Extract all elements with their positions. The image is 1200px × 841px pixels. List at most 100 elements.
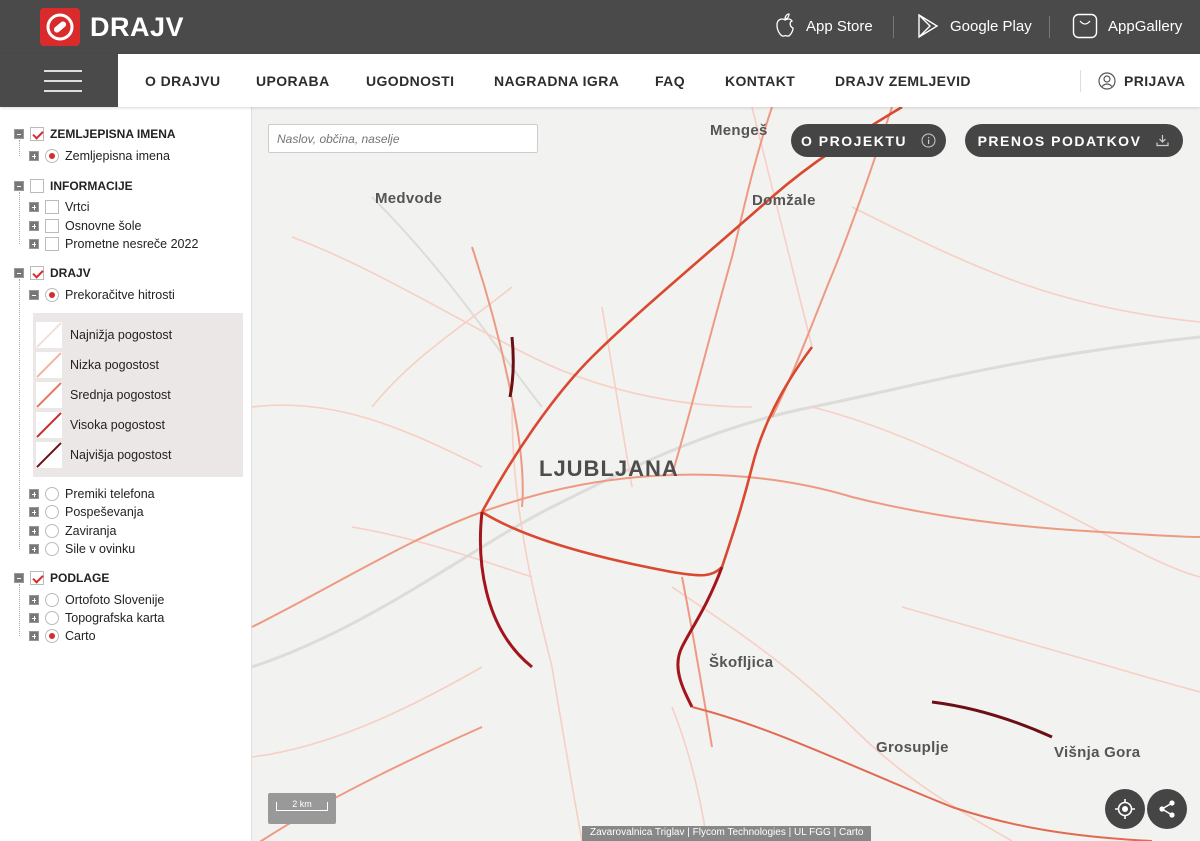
layer-checkbox[interactable] [45, 200, 59, 214]
road-network [252, 107, 1200, 841]
brand-name: DRAJV [90, 11, 185, 42]
place-label: Škofljica [709, 654, 774, 671]
layer-item[interactable]: Zemljepisna imena [29, 147, 170, 165]
nav-nagradna-igra[interactable]: NAGRADNA IGRA [494, 73, 619, 89]
layer-item[interactable]: Ortofoto Slovenije [29, 591, 164, 609]
expand-icon[interactable] [29, 613, 39, 623]
nav-ugodnosti[interactable]: UGODNOSTI [366, 73, 454, 89]
collapse-icon[interactable] [29, 290, 39, 300]
info-icon [921, 133, 936, 148]
layer-radio[interactable] [45, 149, 59, 163]
map-canvas[interactable]: O PROJEKTU PRENOS PODATKOV Mengeš Medvod… [252, 107, 1200, 841]
about-project-button[interactable]: O PROJEKTU [791, 124, 946, 157]
layer-label: Prekoračitve hitrosti [65, 288, 175, 302]
expand-icon[interactable] [29, 151, 39, 161]
hamburger-icon [44, 70, 82, 72]
collapse-icon[interactable] [14, 129, 24, 139]
expand-icon[interactable] [29, 595, 39, 605]
download-data-button[interactable]: PRENOS PODATKOV [965, 124, 1183, 157]
app-store-link[interactable]: App Store [774, 13, 873, 39]
nav-uporaba[interactable]: UPORABA [256, 73, 330, 89]
layer-radio[interactable] [45, 593, 59, 607]
expand-icon[interactable] [29, 202, 39, 212]
store-divider [893, 16, 894, 38]
group-checkbox[interactable] [30, 266, 44, 280]
layer-sidebar: ZEMLJEPISNA IMENA Zemljepisna imena INFO… [0, 107, 252, 841]
layer-radio[interactable] [45, 288, 59, 302]
google-play-icon [918, 13, 939, 39]
appgallery-link[interactable]: AppGallery [1072, 13, 1182, 39]
login-label: PRIJAVA [1124, 73, 1186, 89]
group-checkbox[interactable] [30, 127, 44, 141]
about-project-label: O PROJEKTU [800, 132, 907, 149]
group-checkbox[interactable] [30, 179, 44, 193]
expand-icon[interactable] [29, 631, 39, 641]
nav-kontakt[interactable]: KONTAKT [725, 73, 795, 89]
layer-label: Zaviranja [65, 524, 117, 538]
layer-label: Zemljepisna imena [65, 149, 170, 163]
place-label: Mengeš [710, 122, 768, 139]
nav-o-drajvu[interactable]: O DRAJVU [145, 73, 221, 89]
layer-checkbox[interactable] [45, 237, 59, 251]
share-button[interactable] [1147, 789, 1187, 829]
store-divider [1049, 16, 1050, 38]
expand-icon[interactable] [29, 221, 39, 231]
brand[interactable]: DRAJV [40, 8, 184, 46]
layer-radio[interactable] [45, 487, 59, 501]
app-store-label: App Store [806, 17, 873, 35]
place-label: LJUBLJANA [539, 456, 679, 481]
group-drajv[interactable]: DRAJV [14, 264, 91, 282]
group-checkbox[interactable] [30, 571, 44, 585]
appgallery-label: AppGallery [1108, 17, 1183, 35]
group-podlage[interactable]: PODLAGE [14, 569, 109, 587]
locate-button[interactable] [1105, 789, 1145, 829]
group-informacije[interactable]: INFORMACIJE [14, 177, 133, 195]
top-bar: DRAJV App Store Google Play AppGallery [0, 0, 1200, 54]
expand-icon[interactable] [29, 526, 39, 536]
group-label: ZEMLJEPISNA IMENA [50, 127, 176, 141]
nav-drajv-zemljevid[interactable]: DRAJV ZEMLJEVID [835, 73, 971, 89]
layer-item[interactable]: Pospeševanja [29, 503, 144, 521]
login-button[interactable]: PRIJAVA [1098, 72, 1185, 90]
layer-radio[interactable] [45, 629, 59, 643]
layer-item[interactable]: Topografska karta [29, 609, 164, 627]
google-play-link[interactable]: Google Play [916, 13, 1032, 39]
expand-icon[interactable] [29, 239, 39, 249]
tree-line [19, 584, 20, 636]
layer-radio[interactable] [45, 524, 59, 538]
legend-item: Srednja pogostost [36, 382, 171, 408]
scale-label: 2 km [292, 799, 312, 809]
place-label: Grosuplje [876, 739, 949, 756]
expand-icon[interactable] [29, 489, 39, 499]
place-label: Medvode [375, 190, 443, 207]
layer-item[interactable]: Sile v ovinku [29, 540, 135, 558]
layer-item[interactable]: Prometne nesreče 2022 [29, 235, 198, 253]
expand-icon[interactable] [29, 544, 39, 554]
layer-label: Ortofoto Slovenije [65, 593, 165, 607]
collapse-icon[interactable] [14, 573, 24, 583]
collapse-icon[interactable] [14, 268, 24, 278]
layer-radio[interactable] [45, 611, 59, 625]
layer-item[interactable]: Premiki telefona [29, 485, 155, 503]
collapse-icon[interactable] [14, 181, 24, 191]
layer-item[interactable]: Vrtci [29, 198, 90, 216]
share-icon [1159, 800, 1175, 818]
layer-item[interactable]: Carto [29, 627, 96, 645]
expand-icon[interactable] [29, 507, 39, 517]
menu-button[interactable] [0, 54, 118, 107]
legend-swatch [36, 322, 62, 348]
main-nav: O DRAJVU UPORABA UGODNOSTI NAGRADNA IGRA… [0, 54, 1200, 107]
layer-item[interactable]: Zaviranja [29, 522, 116, 540]
layer-radio[interactable] [45, 505, 59, 519]
layer-item[interactable]: Prekoračitve hitrosti [29, 286, 175, 304]
crosshair-icon [1115, 799, 1135, 819]
layer-radio[interactable] [45, 542, 59, 556]
layer-label: Premiki telefona [65, 487, 155, 501]
legend-swatch [36, 412, 62, 438]
place-search-input[interactable] [268, 124, 538, 153]
group-zemljepisna-imena[interactable]: ZEMLJEPISNA IMENA [14, 125, 176, 143]
layer-checkbox[interactable] [45, 219, 59, 233]
scale-bar: 2 km [268, 793, 336, 824]
layer-item[interactable]: Osnovne šole [29, 217, 141, 235]
nav-faq[interactable]: FAQ [655, 73, 685, 89]
